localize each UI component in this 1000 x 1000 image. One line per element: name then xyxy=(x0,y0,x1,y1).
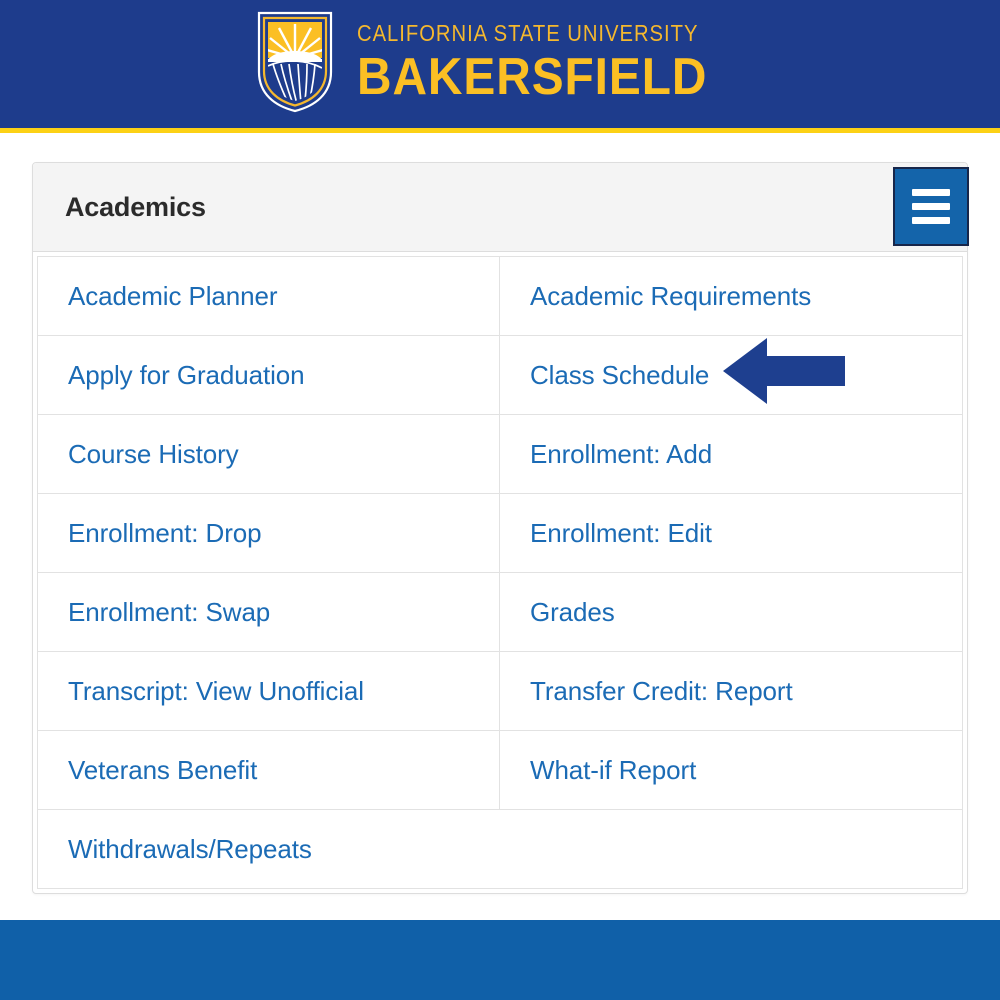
link-withdrawals-repeats[interactable]: Withdrawals/Repeats xyxy=(68,834,312,865)
link-veterans-benefit[interactable]: Veterans Benefit xyxy=(68,755,257,786)
menu-cell-enrollment-add[interactable]: Enrollment: Add xyxy=(500,415,962,493)
link-academic-requirements[interactable]: Academic Requirements xyxy=(530,281,811,312)
menu-cell-grades[interactable]: Grades xyxy=(500,573,962,651)
menu-cell-transcript-view-unofficial[interactable]: Transcript: View Unofficial xyxy=(38,652,500,730)
page-root: CALIFORNIA STATE UNIVERSITY BAKERSFIELD … xyxy=(0,0,1000,1000)
menu-cell-veterans-benefit[interactable]: Veterans Benefit xyxy=(38,731,500,809)
csub-logo: CALIFORNIA STATE UNIVERSITY BAKERSFIELD xyxy=(255,10,745,114)
menu-cell-what-if-report[interactable]: What-if Report xyxy=(500,731,962,809)
menu-cell-withdrawals-repeats[interactable]: Withdrawals/Repeats xyxy=(38,810,962,888)
hamburger-menu-icon-bar-3 xyxy=(912,217,950,224)
menu-cell-enrollment-drop[interactable]: Enrollment: Drop xyxy=(38,494,500,572)
link-enrollment-swap[interactable]: Enrollment: Swap xyxy=(68,597,270,628)
menu-cell-enrollment-edit[interactable]: Enrollment: Edit xyxy=(500,494,962,572)
site-banner: CALIFORNIA STATE UNIVERSITY BAKERSFIELD xyxy=(0,0,1000,133)
card-header: Academics xyxy=(33,163,969,252)
link-transfer-credit-report[interactable]: Transfer Credit: Report xyxy=(530,676,793,707)
table-row: Apply for Graduation Class Schedule xyxy=(38,336,962,415)
hamburger-menu-icon-bar-1 xyxy=(912,189,950,196)
table-row: Transcript: View Unofficial Transfer Cre… xyxy=(38,652,962,731)
link-apply-for-graduation[interactable]: Apply for Graduation xyxy=(68,360,305,391)
table-row: Enrollment: Drop Enrollment: Edit xyxy=(38,494,962,573)
menu-cell-academic-planner[interactable]: Academic Planner xyxy=(38,257,500,335)
link-enrollment-drop[interactable]: Enrollment: Drop xyxy=(68,518,262,549)
menu-cell-enrollment-swap[interactable]: Enrollment: Swap xyxy=(38,573,500,651)
menu-cell-apply-for-graduation[interactable]: Apply for Graduation xyxy=(38,336,500,414)
table-row: Withdrawals/Repeats xyxy=(38,810,962,889)
campus-name: BAKERSFIELD xyxy=(357,47,708,106)
link-class-schedule[interactable]: Class Schedule xyxy=(530,360,709,391)
menu-links-wrapper: Academic Planner Academic Requirements A… xyxy=(33,252,967,893)
main-content: Academics Academic Planner Academic Requ… xyxy=(0,133,1000,920)
table-row: Veterans Benefit What-if Report xyxy=(38,731,962,810)
university-name: CALIFORNIA STATE UNIVERSITY xyxy=(357,19,699,46)
menu-cell-academic-requirements[interactable]: Academic Requirements xyxy=(500,257,962,335)
table-row: Academic Planner Academic Requirements xyxy=(38,257,962,336)
academics-links-grid: Academic Planner Academic Requirements A… xyxy=(37,256,963,889)
link-what-if-report[interactable]: What-if Report xyxy=(530,755,696,786)
menu-cell-class-schedule[interactable]: Class Schedule xyxy=(500,336,962,414)
link-academic-planner[interactable]: Academic Planner xyxy=(68,281,278,312)
table-row: Course History Enrollment: Add xyxy=(38,415,962,494)
hamburger-menu-button[interactable] xyxy=(893,167,969,246)
link-enrollment-edit[interactable]: Enrollment: Edit xyxy=(530,518,712,549)
csub-wordmark: CALIFORNIA STATE UNIVERSITY BAKERSFIELD xyxy=(357,19,745,106)
link-course-history[interactable]: Course History xyxy=(68,439,239,470)
menu-cell-course-history[interactable]: Course History xyxy=(38,415,500,493)
link-grades[interactable]: Grades xyxy=(530,597,615,628)
academics-card: Academics Academic Planner Academic Requ… xyxy=(32,162,969,894)
table-row: Enrollment: Swap Grades xyxy=(38,573,962,652)
csub-shield-logo-icon xyxy=(257,11,333,113)
hamburger-menu-icon-bar-2 xyxy=(912,203,950,210)
link-enrollment-add[interactable]: Enrollment: Add xyxy=(530,439,712,470)
page-title: Academics xyxy=(65,191,206,222)
menu-cell-transfer-credit-report[interactable]: Transfer Credit: Report xyxy=(500,652,962,730)
footer-band xyxy=(0,920,1000,1000)
link-transcript-view-unofficial[interactable]: Transcript: View Unofficial xyxy=(68,676,364,707)
